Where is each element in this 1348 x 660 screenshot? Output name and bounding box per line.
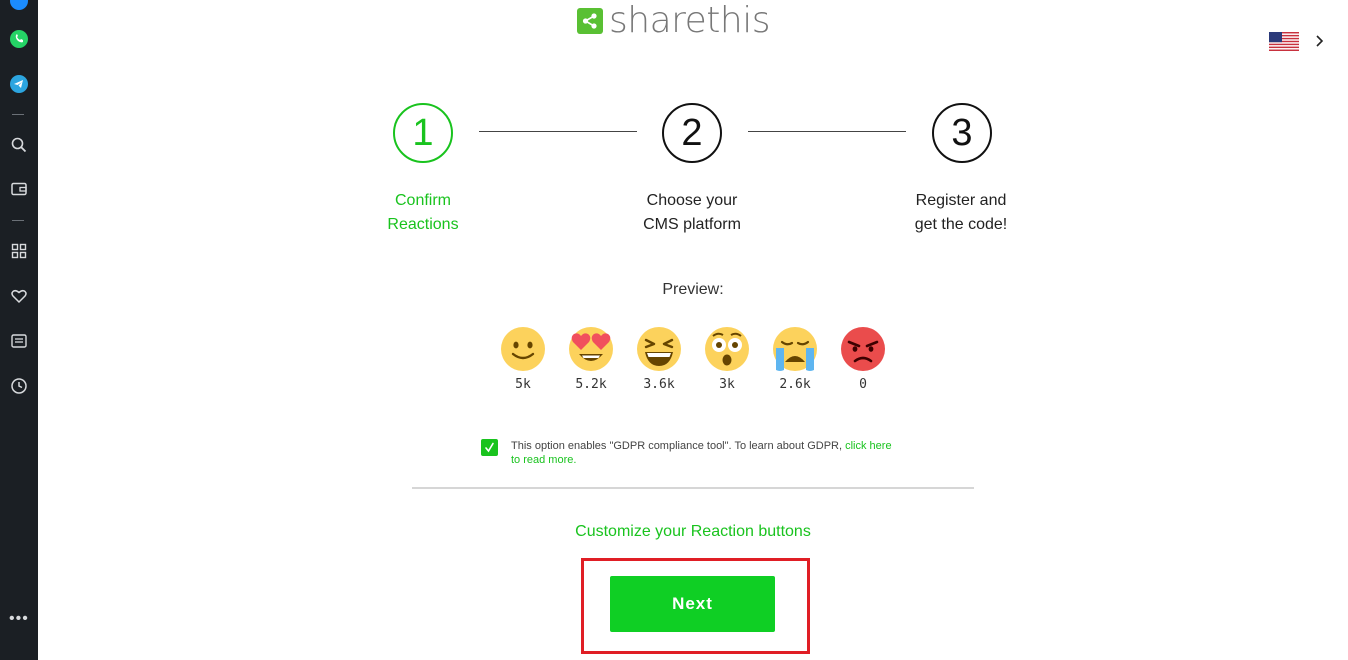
reaction-crying[interactable]: 2.6k: [771, 326, 819, 396]
messenger-icon[interactable]: [8, 0, 30, 12]
telegram-icon[interactable]: [8, 73, 30, 95]
divider: [412, 487, 974, 489]
more-icon[interactable]: •••: [9, 611, 29, 627]
crying-emoji-icon: [773, 327, 817, 371]
reaction-heart-eyes[interactable]: 5.2k: [567, 326, 615, 396]
browser-sidebar: •••: [0, 0, 38, 660]
reaction-surprised[interactable]: 3k: [703, 326, 751, 396]
surprised-emoji-icon: [705, 327, 749, 371]
laughing-emoji-icon: [637, 327, 681, 371]
gdpr-description: This option enables "GDPR compliance too…: [511, 440, 892, 466]
sharethis-logo: sharethis: [577, 2, 770, 40]
reaction-count: 3.6k: [643, 377, 675, 392]
sidebar-separator: [12, 220, 24, 221]
gdpr-checkbox[interactable]: [481, 439, 498, 456]
checkmark-icon: [485, 442, 494, 453]
share-icon: [577, 8, 603, 34]
customize-reactions-link[interactable]: Customize your Reaction buttons: [0, 523, 1348, 541]
preview-label: Preview:: [662, 281, 724, 298]
us-flag-icon[interactable]: [1269, 32, 1299, 51]
whatsapp-icon[interactable]: [8, 28, 30, 50]
reaction-angry[interactable]: 0: [839, 326, 887, 396]
logo-text: sharethis: [609, 0, 770, 41]
next-button[interactable]: Next: [610, 576, 775, 632]
reaction-count: 5.2k: [575, 377, 607, 392]
heart-eyes-emoji-icon: [569, 327, 613, 371]
step-1-label: Confirm Reactions: [387, 192, 459, 233]
step-3-label: Register and get the code!: [914, 192, 1008, 233]
step-2-circle: 2: [662, 103, 722, 163]
apps-grid-icon[interactable]: [8, 240, 30, 262]
step-2-label: Choose your CMS platform: [643, 192, 741, 233]
slight-smile-emoji-icon: [501, 327, 545, 371]
step-3-circle: 3: [932, 103, 992, 163]
sidebar-separator: [12, 114, 24, 115]
reaction-laughing[interactable]: 3.6k: [635, 326, 683, 396]
search-icon[interactable]: [8, 134, 30, 156]
reaction-count: 3k: [719, 377, 735, 392]
reaction-slight-smile[interactable]: 5k: [499, 326, 547, 396]
history-icon[interactable]: [8, 375, 30, 397]
reaction-count: 0: [859, 377, 867, 392]
angry-emoji-icon: [841, 327, 885, 371]
wallet-icon[interactable]: [8, 178, 30, 200]
step-1-circle: 1: [393, 103, 453, 163]
chevron-right-icon[interactable]: [1314, 33, 1326, 49]
news-icon[interactable]: [8, 330, 30, 352]
step-connector: [748, 131, 906, 132]
reaction-count: 2.6k: [779, 377, 811, 392]
step-connector: [479, 131, 637, 132]
reaction-count: 5k: [515, 377, 531, 392]
